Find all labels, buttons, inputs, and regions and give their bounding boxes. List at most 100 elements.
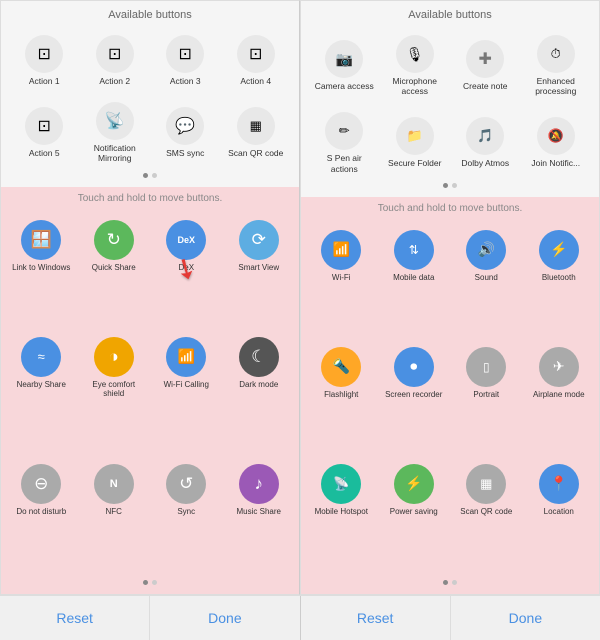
wifi-calling-icon: 📶: [166, 337, 206, 377]
scan-qr-active-icon: ▦: [466, 464, 506, 504]
list-item[interactable]: ⊡ Action 5: [11, 96, 78, 169]
list-item[interactable]: 🔕 Join Notific...: [523, 106, 590, 179]
dolby-atmos-icon: 🎵: [466, 117, 504, 155]
list-item[interactable]: ⟳ Smart View: [225, 216, 294, 329]
list-item[interactable]: 🎙 Microphone access: [382, 29, 449, 102]
portrait-label: Portrait: [473, 390, 499, 400]
list-item[interactable]: 📡 Mobile Hotspot: [307, 460, 376, 573]
eye-comfort-icon: ◑: [94, 337, 134, 377]
secure-folder-label: Secure Folder: [388, 158, 441, 168]
action1-label: Action 1: [29, 76, 60, 86]
list-item[interactable]: ⊡ Action 4: [223, 29, 290, 92]
list-item[interactable]: ▦ Scan QR code: [452, 460, 521, 573]
right-reset-button[interactable]: Reset: [301, 596, 451, 640]
dex-label: DeX: [178, 263, 194, 273]
list-item[interactable]: ✚ Create note: [452, 29, 519, 102]
list-item[interactable]: ▯ Portrait: [452, 343, 521, 456]
mobile-data-label: Mobile data: [393, 273, 434, 283]
left-active-dots: [7, 577, 293, 588]
power-saving-icon: ⚡: [394, 464, 434, 504]
right-available-section: Available buttons 📷 Camera access 🎙 Micr…: [301, 1, 599, 197]
list-item[interactable]: 🪟 Link to Windows: [7, 216, 76, 329]
left-available-grid: ⊡ Action 1 ⊡ Action 2 ⊡ Action 3 ⊡ Actio…: [7, 29, 293, 170]
join-notification-icon: 🔕: [537, 117, 575, 155]
notification-mirroring-label: Notification Mirroring: [84, 143, 147, 163]
list-item[interactable]: ⊡ Action 1: [11, 29, 78, 92]
nfc-label: NFC: [106, 507, 122, 517]
right-panel: Available buttons 📷 Camera access 🎙 Micr…: [300, 0, 600, 595]
sound-label: Sound: [475, 273, 498, 283]
eye-comfort-label: Eye comfort shield: [82, 380, 147, 399]
portrait-icon: ▯: [466, 347, 506, 387]
join-notification-label: Join Notific...: [531, 158, 580, 168]
dot: [452, 580, 457, 585]
list-item[interactable]: 📍 Location: [525, 460, 594, 573]
bottom-bar: Reset Done Reset Done: [0, 595, 600, 640]
list-item[interactable]: 📁 Secure Folder: [382, 106, 449, 179]
left-panel: Available buttons ⊡ Action 1 ⊡ Action 2 …: [0, 0, 300, 595]
list-item[interactable]: 📶 Wi-Fi Calling: [152, 333, 221, 456]
link-to-windows-icon: 🪟: [21, 220, 61, 260]
list-item[interactable]: ♪ Music Share: [225, 460, 294, 573]
action2-icon: ⊡: [96, 35, 134, 73]
list-item[interactable]: ≈ Nearby Share: [7, 333, 76, 456]
action4-label: Action 4: [240, 76, 271, 86]
sms-sync-icon: 💬: [166, 107, 204, 145]
airplane-mode-label: Airplane mode: [533, 390, 585, 400]
list-item[interactable]: 🔊 Sound: [452, 226, 521, 339]
list-item[interactable]: ⊖ Do not disturb: [7, 460, 76, 573]
left-reset-button[interactable]: Reset: [0, 596, 150, 640]
list-item[interactable]: 📡 Notification Mirroring: [82, 96, 149, 169]
list-item[interactable]: ▦ Scan QR code: [223, 96, 290, 169]
list-item[interactable]: ↺ Sync: [152, 460, 221, 573]
dot: [143, 173, 148, 178]
right-done-button[interactable]: Done: [451, 596, 600, 640]
sync-label: Sync: [177, 507, 195, 517]
mobile-hotspot-label: Mobile Hotspot: [315, 507, 368, 517]
list-item[interactable]: ✏ S Pen air actions: [311, 106, 378, 179]
right-available-grid: 📷 Camera access 🎙 Microphone access ✚ Cr…: [307, 29, 593, 180]
list-item[interactable]: ⏱ Enhanced processing: [523, 29, 590, 102]
location-label: Location: [544, 507, 574, 517]
s-pen-label: S Pen air actions: [313, 153, 376, 173]
left-bottom: Reset Done: [0, 596, 300, 640]
sms-sync-label: SMS sync: [166, 148, 204, 158]
bluetooth-icon: ⚡: [539, 230, 579, 270]
list-item[interactable]: ◑ Eye comfort shield: [80, 333, 149, 456]
list-item[interactable]: ⚡ Bluetooth: [525, 226, 594, 339]
nfc-icon: N: [94, 464, 134, 504]
enhanced-processing-icon: ⏱: [537, 35, 575, 73]
list-item[interactable]: 🔦 Flashlight: [307, 343, 376, 456]
list-item[interactable]: ⊡ Action 2: [82, 29, 149, 92]
sound-icon: 🔊: [466, 230, 506, 270]
list-item[interactable]: 💬 SMS sync: [152, 96, 219, 169]
list-item[interactable]: ⚡ Power saving: [380, 460, 449, 573]
screen-recorder-label: Screen recorder: [385, 390, 442, 400]
action2-label: Action 2: [99, 76, 130, 86]
mobile-hotspot-icon: 📡: [321, 464, 361, 504]
dot: [452, 183, 457, 188]
dot: [443, 580, 448, 585]
list-item[interactable]: N NFC: [80, 460, 149, 573]
list-item[interactable]: ✈ Airplane mode: [525, 343, 594, 456]
list-item[interactable]: ↻ Quick Share: [80, 216, 149, 329]
dolby-atmos-label: Dolby Atmos: [461, 158, 509, 168]
camera-access-label: Camera access: [315, 81, 374, 91]
left-available-title: Available buttons: [7, 9, 293, 21]
music-share-icon: ♪: [239, 464, 279, 504]
list-item[interactable]: 📶 Wi-Fi: [307, 226, 376, 339]
list-item[interactable]: ☾ Dark mode: [225, 333, 294, 456]
right-dots: [307, 180, 593, 191]
location-icon: 📍: [539, 464, 579, 504]
right-active-section: Touch and hold to move buttons. 📶 Wi-Fi …: [301, 197, 599, 594]
list-item[interactable]: ⇅ Mobile data: [380, 226, 449, 339]
dot: [143, 580, 148, 585]
left-done-button[interactable]: Done: [150, 596, 299, 640]
list-item[interactable]: ⏺ Screen recorder: [380, 343, 449, 456]
list-item[interactable]: ⊡ Action 3: [152, 29, 219, 92]
dot: [443, 183, 448, 188]
list-item[interactable]: 📷 Camera access: [311, 29, 378, 102]
list-item[interactable]: DeX ➘ DeX: [152, 216, 221, 329]
list-item[interactable]: 🎵 Dolby Atmos: [452, 106, 519, 179]
left-active-grid: 🪟 Link to Windows ↻ Quick Share DeX ➘ De…: [7, 212, 293, 577]
